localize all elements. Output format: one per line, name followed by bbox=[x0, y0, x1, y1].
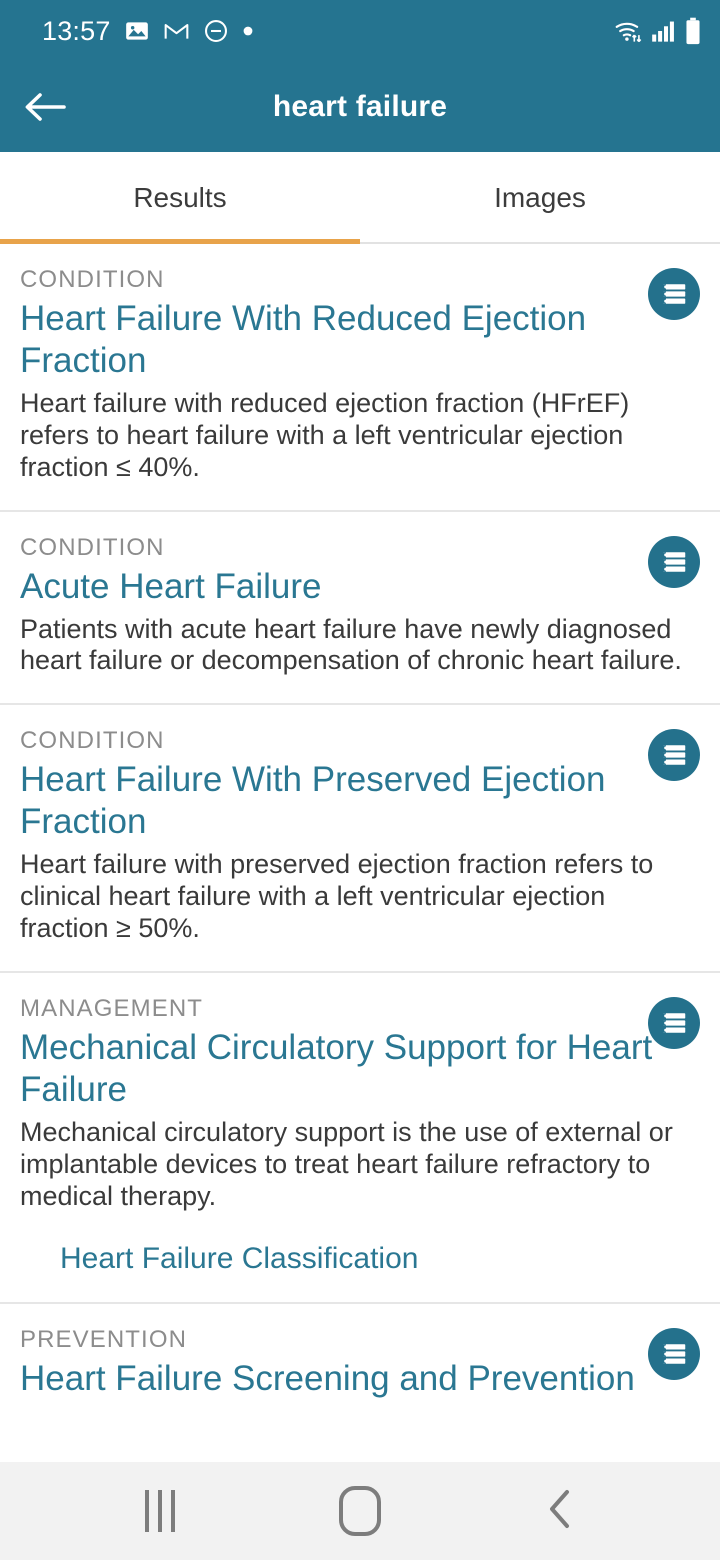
cellular-signal-icon bbox=[651, 19, 677, 43]
dot-indicator-icon bbox=[242, 25, 254, 37]
tab-images-label: Images bbox=[494, 182, 586, 213]
tab-results-label: Results bbox=[133, 182, 227, 213]
back-arrow-icon[interactable] bbox=[0, 62, 90, 152]
home-icon bbox=[339, 1486, 381, 1536]
recents-icon bbox=[145, 1490, 175, 1532]
list-topic-icon[interactable] bbox=[648, 996, 700, 1049]
result-card[interactable]: CONDITION Heart Failure With Reduced Eje… bbox=[0, 244, 720, 510]
chevron-left-icon bbox=[543, 1487, 577, 1536]
result-sublink[interactable]: Heart Failure Classification bbox=[60, 1242, 696, 1276]
result-description: Heart failure with reduced ejection frac… bbox=[20, 388, 630, 482]
list-topic-icon[interactable] bbox=[648, 1328, 700, 1381]
result-title[interactable]: Heart Failure Screening and Prevention bbox=[20, 1358, 660, 1400]
battery-icon bbox=[684, 17, 702, 45]
result-card[interactable]: CONDITION Acute Heart Failure Patients w… bbox=[0, 509, 720, 704]
result-card[interactable]: CONDITION Heart Failure With Preserved E… bbox=[0, 703, 720, 971]
result-kicker: PREVENTION bbox=[20, 1326, 188, 1354]
result-description: Heart failure with preserved ejection fr… bbox=[20, 849, 654, 944]
android-nav-bar bbox=[0, 1462, 720, 1560]
recents-button[interactable] bbox=[105, 1462, 215, 1560]
home-button[interactable] bbox=[305, 1462, 415, 1560]
result-kicker: MANAGEMENT bbox=[20, 994, 204, 1022]
do-not-disturb-icon bbox=[203, 18, 229, 44]
status-bar-left: 13:57 bbox=[42, 15, 254, 46]
list-topic-icon[interactable] bbox=[648, 729, 700, 782]
result-description: Patients with acute heart failure have n… bbox=[20, 613, 682, 676]
result-kicker: CONDITION bbox=[20, 533, 165, 561]
result-description: Mechanical circulatory support is the us… bbox=[20, 1116, 673, 1211]
result-title[interactable]: Heart Failure With Reduced Ejection Frac… bbox=[20, 298, 660, 382]
gmail-icon bbox=[163, 18, 190, 44]
tab-results[interactable]: Results bbox=[0, 152, 360, 244]
list-topic-icon[interactable] bbox=[648, 535, 700, 588]
photo-icon bbox=[124, 18, 150, 44]
status-bar: 13:57 bbox=[0, 0, 720, 62]
status-time: 13:57 bbox=[42, 15, 111, 46]
result-title[interactable]: Acute Heart Failure bbox=[20, 566, 660, 608]
tab-bar: Results Images bbox=[0, 152, 720, 244]
result-title[interactable]: Heart Failure With Preserved Ejection Fr… bbox=[20, 759, 660, 843]
results-list[interactable]: CONDITION Heart Failure With Reduced Eje… bbox=[0, 244, 720, 1462]
tab-images[interactable]: Images bbox=[360, 152, 720, 244]
app-bar: heart failure bbox=[0, 62, 720, 152]
result-card[interactable]: PREVENTION Heart Failure Screening and P… bbox=[0, 1302, 720, 1432]
page-title: heart failure bbox=[272, 90, 448, 123]
result-kicker: CONDITION bbox=[20, 266, 165, 293]
list-topic-icon[interactable] bbox=[648, 268, 700, 320]
result-kicker: CONDITION bbox=[20, 727, 165, 755]
result-card[interactable]: MANAGEMENT Mechanical Circulatory Suppor… bbox=[0, 970, 720, 1303]
app-screen: 13:57 heart failure Results Images CONDI… bbox=[0, 0, 720, 1560]
status-bar-right bbox=[614, 17, 702, 45]
back-button[interactable] bbox=[505, 1462, 615, 1560]
result-title[interactable]: Mechanical Circulatory Support for Heart… bbox=[20, 1027, 660, 1111]
wifi-icon bbox=[614, 18, 644, 44]
